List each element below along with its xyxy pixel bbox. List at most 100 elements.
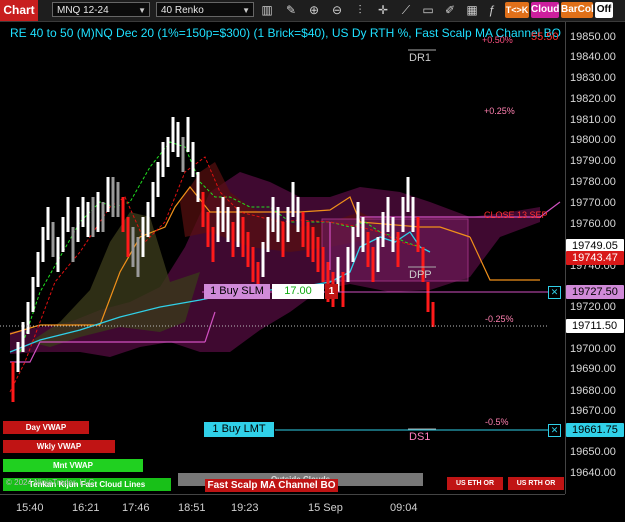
renko-brick xyxy=(116,182,120,217)
day-vwap-button[interactable]: Day VWAP xyxy=(3,421,89,434)
renko-brick xyxy=(51,222,55,257)
price-tick-label: 19640.00 xyxy=(570,467,616,479)
renko-brick xyxy=(151,182,155,217)
cloud-button[interactable]: Cloud xyxy=(531,2,559,18)
chart-tab[interactable]: Chart xyxy=(0,0,38,21)
chart-type-icon[interactable]: ⫶ xyxy=(352,3,368,18)
renko-brick xyxy=(56,237,60,272)
renko-brick xyxy=(36,252,40,287)
buy-slm-order-label[interactable]: 1 Buy SLM xyxy=(204,284,270,299)
renko-brick xyxy=(226,207,230,242)
price-tick-label: 19790.00 xyxy=(570,155,616,167)
renko-brick xyxy=(241,217,245,257)
time-tick-label: 09:04 xyxy=(390,502,418,514)
renko-brick xyxy=(346,247,350,282)
renko-brick xyxy=(206,212,210,247)
renko-brick xyxy=(411,197,415,232)
renko-brick xyxy=(146,202,150,237)
buy-lmt-order-label[interactable]: 1 Buy LMT xyxy=(204,422,274,437)
renko-brick xyxy=(186,117,190,152)
renko-brick xyxy=(321,247,325,282)
pencil-icon[interactable]: ✎ xyxy=(283,3,299,18)
chart-toolbar: Chart MNQ 12-24 ▼ 40 Renko ▼ ▥ ✎ ⊕ ⊖ ⫶ ✛… xyxy=(0,0,625,22)
renko-brick xyxy=(196,172,200,202)
close-slm-order-icon[interactable]: ✕ xyxy=(548,286,561,299)
price-tick-label: 19680.00 xyxy=(570,385,616,397)
price-tick-label: 19810.00 xyxy=(570,114,616,126)
renko-brick xyxy=(371,247,375,282)
bar-type-selector[interactable]: 40 Renko ▼ xyxy=(156,2,254,17)
pct-pos-label: +0.25% xyxy=(484,106,515,116)
renko-brick xyxy=(41,227,45,262)
zoom-out-icon[interactable]: ⊖ xyxy=(329,3,345,18)
renko-brick xyxy=(31,277,35,312)
renko-brick xyxy=(81,197,85,227)
renko-brick xyxy=(316,237,320,272)
dpp-label: DPP xyxy=(409,269,432,281)
drawing-icon[interactable]: ⟋ xyxy=(398,3,414,18)
indicator-icon[interactable]: ƒ xyxy=(484,3,500,18)
fast-scalp-button[interactable]: Fast Scalp MA Channel BO xyxy=(205,479,338,492)
us-eth-or-button[interactable]: US ETH OR xyxy=(447,477,503,490)
time-tick-label: 15:40 xyxy=(16,502,44,514)
price-tick-label: 19800.00 xyxy=(570,134,616,146)
chevron-down-icon: ▼ xyxy=(138,6,146,15)
buy-slm-qty[interactable]: 1 xyxy=(325,284,338,299)
mnt-vwap-button[interactable]: Mnt VWAP xyxy=(3,459,143,472)
time-axis[interactable]: 15:40 16:21 17:46 18:51 19:23 15 Sep 09:04 xyxy=(0,494,565,522)
renko-brick xyxy=(236,207,240,247)
buy-slm-price-input[interactable]: 17.00 xyxy=(272,284,324,299)
ds1-label: DS1 xyxy=(409,431,431,443)
price-tick-label: 19690.00 xyxy=(570,363,616,375)
renko-brick xyxy=(406,177,410,212)
price-tick-label: 19830.00 xyxy=(570,72,616,84)
copyright-text: © 2024 NinjaTrader, LLC xyxy=(6,478,95,487)
tk-button[interactable]: T<>K xyxy=(505,2,529,18)
dpp-zone xyxy=(321,218,469,282)
price-marker-p3: 19727.50 xyxy=(566,285,624,299)
renko-brick xyxy=(396,232,400,267)
renko-brick xyxy=(376,237,380,272)
renko-brick xyxy=(191,142,195,177)
price-tick-label: 19840.00 xyxy=(570,51,616,63)
crosshair-icon[interactable]: ✛ xyxy=(375,3,391,18)
instrument-selector[interactable]: MNQ 12-24 ▼ xyxy=(52,2,150,17)
renko-brick xyxy=(231,222,235,257)
barcol-button[interactable]: BarCol xyxy=(561,2,594,18)
renko-brick xyxy=(166,137,170,167)
renko-brick xyxy=(356,202,360,237)
us-rth-or-button[interactable]: US RTH OR xyxy=(508,477,564,490)
renko-brick xyxy=(61,217,65,252)
pct-top-label: +0.50% xyxy=(482,35,513,45)
renko-brick xyxy=(181,137,185,172)
bar-type-label: 40 Renko xyxy=(161,5,204,16)
renko-brick xyxy=(211,227,215,262)
pencil-edit-icon[interactable]: ✐ xyxy=(442,3,458,18)
renko-brick xyxy=(26,302,30,334)
renko-brick xyxy=(281,222,285,257)
time-tick-label: 17:46 xyxy=(122,502,150,514)
time-tick-label: 15 Sep xyxy=(308,502,343,514)
renko-brick xyxy=(361,217,365,252)
renko-brick xyxy=(216,207,220,242)
zoom-in-icon[interactable]: ⊕ xyxy=(306,3,322,18)
time-tick-label: 16:21 xyxy=(72,502,100,514)
bar-chart-icon[interactable]: ▥ xyxy=(259,3,275,18)
renko-brick xyxy=(201,192,205,227)
chart-plot-area[interactable]: RE 40 to 50 (M)NQ Dec 20 (1%=150p=$300) … xyxy=(0,22,565,494)
price-tick-label: 19700.00 xyxy=(570,343,616,355)
renko-brick xyxy=(306,222,310,257)
off-button[interactable]: Off xyxy=(595,2,613,18)
renko-brick xyxy=(271,197,275,232)
renko-brick xyxy=(291,182,295,217)
wkly-vwap-button[interactable]: Wkly VWAP xyxy=(3,440,115,453)
renko-brick xyxy=(266,217,270,252)
renko-brick xyxy=(96,192,100,232)
close-lmt-order-icon[interactable]: ✕ xyxy=(548,424,561,437)
renko-brick xyxy=(16,342,20,372)
chart-title: RE 40 to 50 (M)NQ Dec 20 (1%=150p=$300) … xyxy=(10,26,562,40)
price-axis[interactable]: 19850.00 19840.00 19830.00 19820.00 19810.00… xyxy=(565,22,625,494)
data-box-icon[interactable]: ▦ xyxy=(464,3,480,18)
folder-icon[interactable]: ▭ xyxy=(420,3,436,18)
renko-brick xyxy=(161,142,165,177)
